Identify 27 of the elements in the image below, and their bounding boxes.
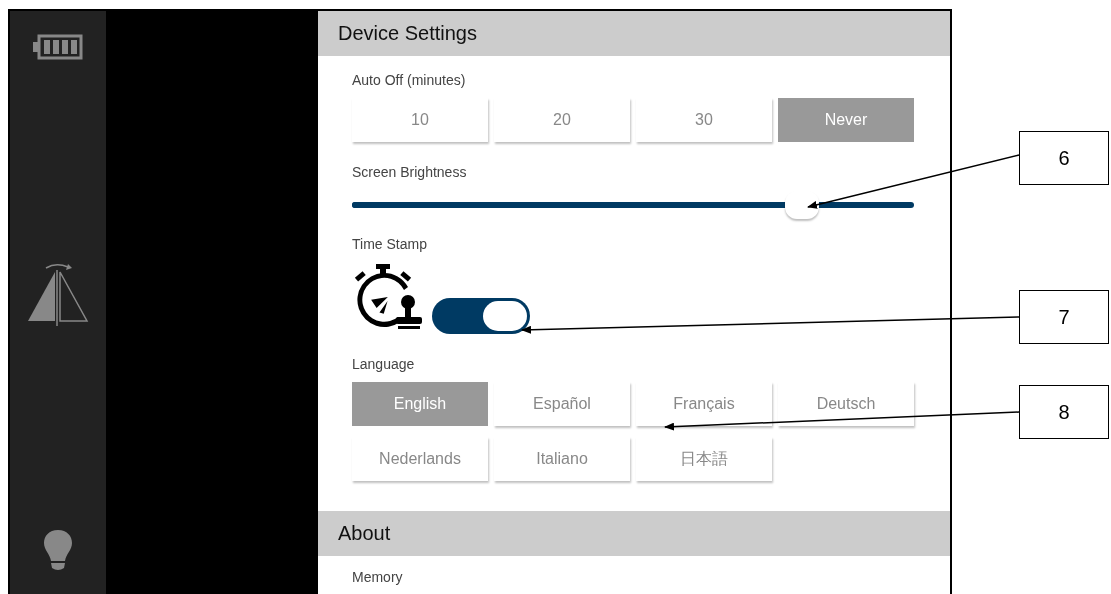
option-button[interactable]: Deutsch [778, 382, 914, 426]
section-title: Device Settings [337, 22, 477, 45]
option-button[interactable]: English [352, 382, 488, 426]
setting-label: Screen Brightness [352, 164, 468, 180]
toggle-switch[interactable] [432, 298, 530, 334]
brightness-slider[interactable] [352, 190, 914, 220]
option-button[interactable]: 10 [352, 98, 488, 142]
option-button[interactable]: Nederlands [352, 437, 488, 481]
setting-label: Language [352, 356, 416, 372]
option-button[interactable]: Italiano [494, 437, 630, 481]
section-title: About [337, 522, 391, 545]
setting-label: Memory [351, 568, 404, 585]
slider-thumb[interactable] [784, 191, 819, 219]
callout-label: 8 [1019, 385, 1109, 439]
callout-label: 6 [1019, 131, 1109, 185]
battery-icon [32, 33, 83, 61]
option-button[interactable]: 30 [636, 98, 772, 142]
setting-label: Auto Off (minutes) [352, 72, 467, 88]
light-bulb-icon [42, 528, 73, 572]
option-button[interactable]: 20 [494, 98, 630, 142]
callout-label: 7 [1019, 290, 1109, 344]
mirror-flip-icon [25, 261, 90, 328]
option-button[interactable]: Español [494, 382, 630, 426]
option-button[interactable]: Never [778, 98, 914, 142]
option-button[interactable]: 日本語 [636, 437, 772, 481]
option-button[interactable]: Français [636, 382, 772, 426]
setting-label: Time Stamp [352, 236, 428, 252]
